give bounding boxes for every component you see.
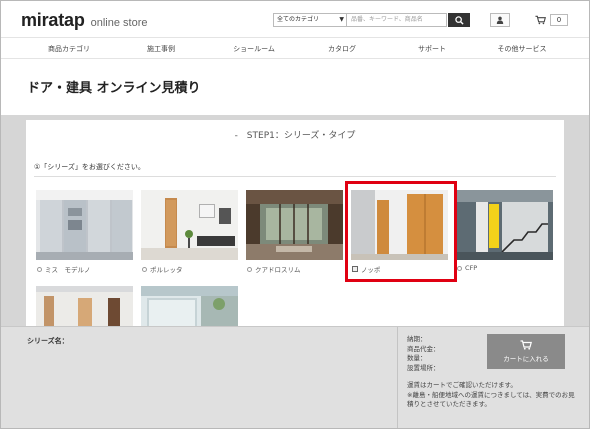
selected-highlight (345, 181, 457, 282)
series-label-cfp[interactable]: CFP (457, 264, 477, 272)
nav-item-case-studies[interactable]: 施工事例 (147, 44, 175, 54)
search-input[interactable]: 品番、キーワード、商品名 (347, 13, 447, 27)
user-icon (496, 16, 504, 24)
search-icon (454, 15, 464, 25)
price-label: 商品代金： (407, 344, 440, 353)
radio-icon[interactable] (247, 266, 252, 272)
shipping-note-1: 運賃はカートでご確認いただけます。 (407, 381, 517, 389)
series-image-cfp[interactable] (456, 190, 553, 260)
nav-item-support[interactable]: サポート (418, 44, 446, 54)
divider (34, 176, 556, 177)
series-name-label: シリーズ名： (27, 337, 69, 345)
series-card-7[interactable] (141, 286, 238, 330)
series-card-porletta[interactable]: ポルレッタ (141, 190, 238, 276)
step-title: - STEP1：シリーズ・タイプ (234, 131, 356, 141)
page-title: ドア・建具 オンライン見積り (27, 81, 201, 96)
category-select-value: 全てのカテゴリ (277, 16, 320, 23)
series-instruction: ①「シリーズ」をお選びください。 (34, 163, 145, 171)
header: miratap online store 全てのカテゴリ ▼ 品番、キーワード、商… (1, 1, 589, 37)
series-card-quadro-slim[interactable]: クアドロスリム (246, 190, 343, 276)
shipping-note-2: ※離島・船便地域への運賃につきましては、実費でのお見積りとさせていただきます。 (407, 390, 575, 409)
radio-icon[interactable] (142, 266, 147, 272)
series-image-6[interactable] (36, 286, 133, 330)
main-nav: 商品カテゴリ 施工事例 ショールーム カタログ サポート その他サービス (1, 37, 589, 59)
series-card-cfp[interactable]: CFP (456, 190, 553, 276)
search-placeholder: 品番、キーワード、商品名 (351, 16, 423, 23)
nav-item-other-services[interactable]: その他サービス (498, 44, 547, 54)
mini-cart[interactable]: 0 (535, 13, 568, 27)
series-image-miss-moderno[interactable] (36, 190, 133, 260)
delivery-label: 納期： (407, 335, 427, 343)
series-card-6[interactable] (36, 286, 133, 330)
divider (397, 327, 398, 429)
series-image-7[interactable] (141, 286, 238, 330)
radio-icon[interactable] (457, 265, 462, 271)
nav-item-showroom[interactable]: ショールーム (233, 44, 275, 54)
order-meta: 納期： 商品代金： 数量： 設置場所： (407, 335, 440, 373)
category-select[interactable]: 全てのカテゴリ ▼ (273, 13, 347, 27)
series-label-porletta[interactable]: ポルレッタ (142, 264, 183, 274)
account-button[interactable] (490, 13, 510, 27)
chevron-down-icon: ▼ (339, 16, 344, 23)
add-to-cart-label: カートに入れる (503, 355, 549, 363)
nav-item-catalog[interactable]: カタログ (328, 44, 356, 54)
series-image-porletta[interactable] (141, 190, 238, 260)
shipping-note: 運賃はカートでご確認いただけます。 ※離島・船便地域への運賃につきましては、実費… (407, 381, 579, 410)
order-summary-bar: シリーズ名： 納期： 商品代金： 数量： 設置場所： カートに入れる 運賃はカー… (1, 326, 589, 429)
cart-icon (520, 340, 532, 350)
series-label-miss-moderno[interactable]: ミス モデルノ (37, 264, 91, 274)
search-button[interactable] (448, 13, 470, 27)
install-location-label: 設置場所： (407, 363, 440, 372)
series-selection-panel: - STEP1：シリーズ・タイプ ①「シリーズ」をお選びください。 ミス モデル… (26, 120, 564, 330)
logo-subtitle: online store (90, 17, 148, 29)
cart-count: 0 (550, 14, 568, 26)
logo[interactable]: miratap online store (21, 10, 148, 31)
series-label-quadro-slim[interactable]: クアドロスリム (247, 264, 301, 274)
add-to-cart-button[interactable]: カートに入れる (487, 334, 565, 369)
series-card-miss-moderno[interactable]: ミス モデルノ (36, 190, 133, 276)
series-image-quadro-slim[interactable] (246, 190, 343, 260)
nav-item-product-category[interactable]: 商品カテゴリ (48, 44, 90, 54)
radio-icon[interactable] (37, 266, 42, 272)
quantity-label: 数量： (407, 354, 427, 362)
title-bar: ドア・建具 オンライン見積り (1, 59, 589, 115)
cart-icon (535, 15, 546, 25)
logo-text: miratap (21, 10, 85, 30)
